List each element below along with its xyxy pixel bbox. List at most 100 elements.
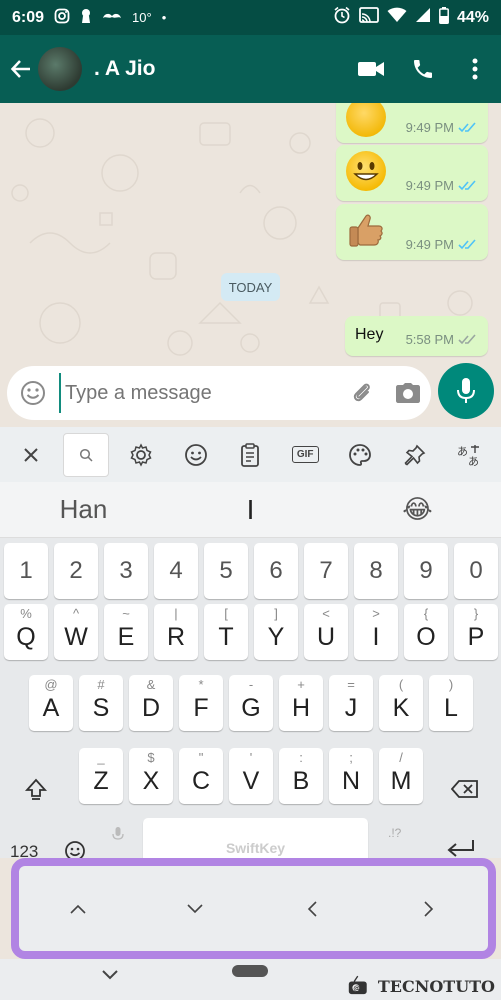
suggestion-left[interactable]: Han — [0, 494, 167, 525]
key-p[interactable]: } P — [454, 604, 498, 660]
phone-icon — [414, 60, 432, 78]
backspace-key[interactable] — [437, 761, 493, 817]
translator-button[interactable]: ああ — [447, 433, 493, 477]
key-label: Z — [93, 767, 109, 795]
gif-button[interactable]: GIF — [282, 433, 328, 477]
backspace-icon — [451, 780, 478, 798]
key-label: S — [92, 694, 110, 722]
signal-icon — [415, 7, 431, 28]
key-b[interactable]: :B — [279, 748, 323, 804]
key-9[interactable]: 9 — [404, 543, 448, 599]
key-label: M — [390, 767, 412, 795]
contact-avatar[interactable] — [38, 47, 82, 91]
cursor-left-button[interactable] — [282, 889, 342, 929]
key-x[interactable]: $ X — [129, 748, 173, 804]
chat-header: . A Jio — [0, 35, 501, 103]
key-t[interactable]: [T — [204, 604, 248, 660]
key-k[interactable]: (K — [379, 675, 423, 731]
key-label: O — [416, 623, 436, 651]
camera-button[interactable] — [385, 382, 431, 404]
back-button[interactable] — [4, 49, 38, 89]
status-time: 6:09 — [12, 8, 45, 26]
key-1[interactable]: 1 — [4, 543, 48, 599]
pin-icon — [404, 444, 426, 465]
suggestion-center[interactable]: I — [167, 494, 334, 526]
chevron-up-icon — [70, 904, 86, 914]
key-q[interactable]: % Q — [4, 604, 48, 660]
chat-area[interactable]: 9:49 PM 9:49 PM 9:49 PM TODAY Hey 5:58 P… — [0, 103, 501, 363]
key-d[interactable]: & D — [129, 675, 173, 731]
attach-button[interactable] — [339, 381, 385, 405]
message-bubble[interactable]: 9:49 PM — [336, 145, 488, 201]
key-2[interactable]: 2 — [54, 543, 98, 599]
message-input[interactable] — [59, 373, 339, 413]
battery-icon — [439, 6, 449, 29]
key-secondary-label: = — [347, 677, 355, 692]
emoji-panel-button[interactable] — [173, 433, 219, 477]
suggestion-emoji[interactable]: 😂 — [334, 494, 501, 525]
key-y[interactable]: ] Y — [254, 604, 298, 660]
key-secondary-label: } — [473, 606, 479, 621]
chevron-right-icon — [424, 900, 434, 917]
key-g[interactable]: -G — [229, 675, 273, 731]
hide-keyboard-button[interactable] — [98, 965, 122, 985]
key-v[interactable]: ' V — [229, 748, 273, 804]
contact-name[interactable]: . A Jio — [94, 57, 155, 81]
key-label: 7 — [319, 557, 333, 584]
key-label: I — [372, 623, 380, 651]
key-4[interactable]: 4 — [154, 543, 198, 599]
clipboard-button[interactable] — [227, 433, 273, 477]
key-c[interactable]: " C — [179, 748, 223, 804]
key-w[interactable]: ^ W — [54, 604, 98, 660]
key-r[interactable]: | R — [154, 604, 198, 660]
key-z[interactable]: _ Z — [79, 748, 123, 804]
home-pill[interactable] — [232, 965, 268, 977]
key-j[interactable]: = J — [329, 675, 373, 731]
message-bubble[interactable]: 9:49 PM — [336, 204, 488, 260]
alarm-icon — [333, 6, 351, 29]
cursor-right-button[interactable] — [399, 889, 459, 929]
key-secondary-label: ; — [349, 750, 353, 765]
theme-button[interactable] — [337, 433, 383, 477]
voice-record-button[interactable] — [438, 363, 494, 419]
key-5[interactable]: 5 — [204, 543, 248, 599]
message-bubble[interactable]: 9:49 PM — [336, 103, 488, 143]
key-m[interactable]: / M — [379, 748, 423, 804]
suggestion-strip: Han I 😂 — [0, 482, 501, 538]
key-f[interactable]: * F — [179, 675, 223, 731]
key-n[interactable]: ; N — [329, 748, 373, 804]
key-3[interactable]: 3 — [104, 543, 148, 599]
palette-icon — [349, 443, 371, 466]
cursor-up-button[interactable] — [48, 889, 108, 929]
key-u[interactable]: < U — [304, 604, 348, 660]
key-s[interactable]: # S — [79, 675, 123, 731]
voice-call-button[interactable] — [397, 49, 449, 89]
close-icon — [24, 447, 39, 462]
key-a[interactable]: @ A — [29, 675, 73, 731]
close-toolbar-button[interactable] — [8, 433, 54, 477]
settings-button[interactable] — [118, 433, 164, 477]
key-8[interactable]: 8 — [354, 543, 398, 599]
double-check-icon — [458, 238, 476, 249]
key-o[interactable]: {O — [404, 604, 448, 660]
key-label: T — [218, 623, 234, 651]
more-options-button[interactable] — [449, 49, 501, 89]
message-bubble[interactable]: Hey 5:58 PM — [345, 316, 488, 356]
key-7[interactable]: 7 — [304, 543, 348, 599]
key-0[interactable]: 0 — [454, 543, 498, 599]
keyboard-search-button[interactable] — [63, 432, 110, 477]
shift-key[interactable] — [8, 761, 64, 817]
key-6[interactable]: 6 — [254, 543, 298, 599]
key-secondary-label: - — [248, 677, 254, 692]
video-call-button[interactable] — [345, 49, 397, 89]
pin-button[interactable] — [392, 433, 438, 477]
paperclip-icon — [353, 383, 370, 402]
punctuation-hint: .!? — [388, 826, 402, 840]
emoji-button[interactable] — [7, 380, 59, 406]
key-l[interactable]: ) L — [429, 675, 473, 731]
key-i[interactable]: > I — [354, 604, 398, 660]
key-e[interactable]: ~ E — [104, 604, 148, 660]
gear-icon — [130, 442, 152, 467]
cursor-down-button[interactable] — [165, 889, 225, 929]
key-h[interactable]: + H — [279, 675, 323, 731]
